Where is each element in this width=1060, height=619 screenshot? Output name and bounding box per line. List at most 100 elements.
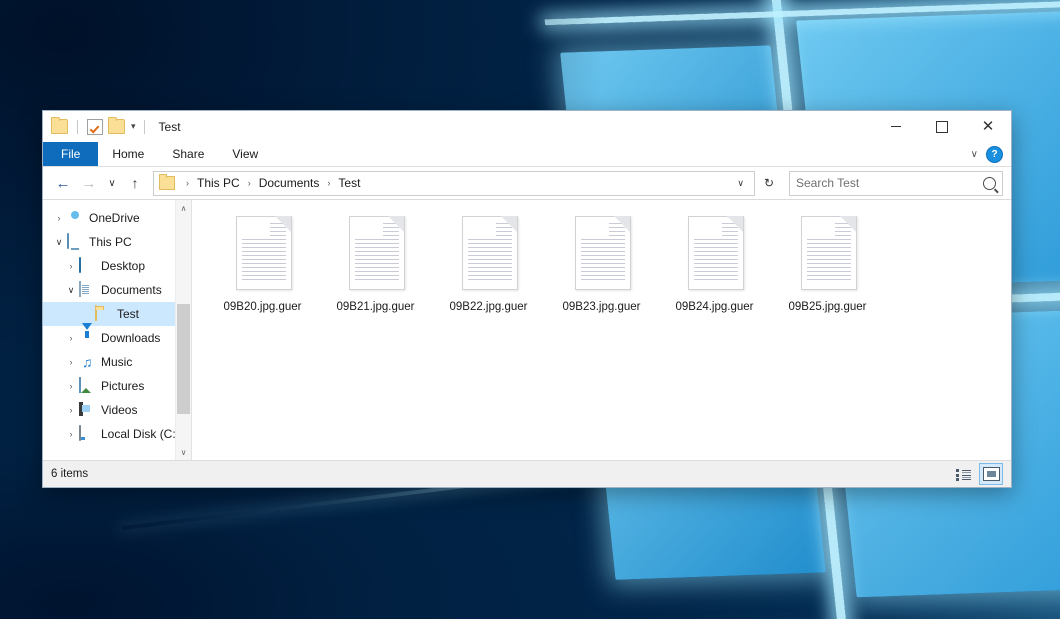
- status-bar: 6 items: [43, 460, 1011, 487]
- list-item[interactable]: 09B24.jpg.guer: [658, 212, 771, 319]
- up-button[interactable]: ↑: [123, 171, 147, 195]
- explorer-body: › OneDrive ∨ This PC › Desktop ∨: [43, 199, 1011, 460]
- breadcrumb[interactable]: › This PC › Documents › Test ∨: [153, 171, 755, 196]
- sidebar-item-desktop[interactable]: › Desktop: [43, 254, 191, 278]
- folder-icon: [95, 306, 112, 322]
- generic-file-icon: [460, 216, 518, 292]
- videos-icon: [79, 402, 96, 418]
- list-item[interactable]: 09B22.jpg.guer: [432, 212, 545, 319]
- quick-access-toolbar: ▾: [51, 119, 149, 135]
- file-explorer-window: ▾ Test ✕ File Home Share View ∨ ? ← →: [42, 110, 1012, 488]
- navigation-scrollbar[interactable]: ∧ ∨: [175, 200, 191, 460]
- scroll-up-icon[interactable]: ∧: [176, 200, 191, 216]
- sidebar-item-this-pc[interactable]: ∨ This PC: [43, 230, 191, 254]
- chevron-right-icon[interactable]: ›: [63, 357, 79, 367]
- folder-icon[interactable]: [51, 119, 68, 134]
- forward-button: →: [77, 171, 101, 195]
- file-name-label: 09B25.jpg.guer: [788, 301, 866, 313]
- sidebar-item-videos[interactable]: › Videos: [43, 398, 191, 422]
- search-icon[interactable]: [983, 177, 996, 190]
- chevron-down-icon[interactable]: ▾: [131, 122, 135, 131]
- sidebar-item-local-disk[interactable]: › Local Disk (C:): [43, 422, 191, 446]
- generic-file-icon: [686, 216, 744, 292]
- large-icons-view-icon: [983, 467, 1000, 481]
- scrollbar-track[interactable]: [176, 216, 191, 444]
- breadcrumb-item-test[interactable]: Test: [335, 175, 363, 191]
- documents-icon: [79, 282, 96, 298]
- back-button[interactable]: ←: [51, 171, 75, 195]
- downloads-icon: [79, 330, 96, 346]
- list-item[interactable]: 09B20.jpg.guer: [206, 212, 319, 319]
- maximize-button[interactable]: [919, 111, 965, 142]
- chevron-down-icon[interactable]: ∨: [51, 237, 67, 248]
- address-dropdown-icon[interactable]: ∨: [729, 178, 752, 189]
- minimize-button[interactable]: [873, 111, 919, 142]
- sidebar-item-test[interactable]: Test: [43, 302, 191, 326]
- sidebar-item-label: Documents: [101, 283, 162, 297]
- generic-file-icon: [234, 216, 292, 292]
- file-list-view[interactable]: 09B20.jpg.guer 09B21.jpg.guer: [192, 200, 1011, 460]
- scrollbar-thumb[interactable]: [177, 304, 190, 414]
- search-input[interactable]: Search Test: [789, 171, 1003, 196]
- ribbon-tabs: File Home Share View ∨ ?: [43, 142, 1011, 167]
- refresh-icon[interactable]: ↻: [757, 171, 781, 196]
- file-grid: 09B20.jpg.guer 09B21.jpg.guer: [206, 212, 1011, 319]
- scroll-down-icon[interactable]: ∨: [176, 444, 191, 460]
- tab-share[interactable]: Share: [158, 142, 218, 166]
- list-item[interactable]: 09B23.jpg.guer: [545, 212, 658, 319]
- tab-home[interactable]: Home: [98, 142, 158, 166]
- onedrive-icon: [67, 210, 84, 226]
- sidebar-item-label: Music: [101, 355, 132, 369]
- recent-locations-icon[interactable]: ∨: [103, 171, 121, 195]
- view-toggle-group: [951, 463, 1003, 485]
- chevron-right-icon[interactable]: ›: [63, 261, 79, 271]
- sidebar-item-pictures[interactable]: › Pictures: [43, 374, 191, 398]
- sidebar-item-label: OneDrive: [89, 211, 140, 225]
- tab-view[interactable]: View: [218, 142, 272, 166]
- sidebar-item-label: Videos: [101, 403, 137, 417]
- breadcrumb-separator-2: ›: [322, 178, 335, 188]
- file-name-label: 09B24.jpg.guer: [675, 301, 753, 313]
- list-item[interactable]: 09B25.jpg.guer: [771, 212, 884, 319]
- window-title: Test: [159, 120, 181, 134]
- chevron-right-icon[interactable]: ›: [63, 405, 79, 415]
- chevron-right-icon[interactable]: ›: [63, 333, 79, 343]
- sidebar-item-onedrive[interactable]: › OneDrive: [43, 206, 191, 230]
- sidebar-item-documents[interactable]: ∨ Documents: [43, 278, 191, 302]
- help-icon[interactable]: ?: [986, 146, 1003, 163]
- sidebar-item-music[interactable]: › ♫ Music: [43, 350, 191, 374]
- desktop: ▾ Test ✕ File Home Share View ∨ ? ← →: [0, 0, 1060, 619]
- chevron-right-icon[interactable]: ›: [63, 381, 79, 391]
- breadcrumb-item-this-pc[interactable]: This PC: [194, 175, 243, 191]
- desktop-icon: [79, 258, 96, 274]
- generic-file-icon: [347, 216, 405, 292]
- file-name-label: 09B23.jpg.guer: [562, 301, 640, 313]
- address-bar: ← → ∨ ↑ › This PC › Documents › Test ∨ ↻…: [43, 167, 1011, 199]
- tab-file[interactable]: File: [43, 142, 98, 166]
- details-view-button[interactable]: [951, 463, 975, 485]
- sidebar-item-label: This PC: [89, 235, 132, 249]
- new-folder-icon[interactable]: [108, 119, 125, 134]
- list-item[interactable]: 09B21.jpg.guer: [319, 212, 432, 319]
- navigation-pane: › OneDrive ∨ This PC › Desktop ∨: [43, 200, 192, 460]
- chevron-right-icon[interactable]: ›: [51, 213, 67, 223]
- pictures-icon: [79, 378, 96, 394]
- sidebar-item-downloads[interactable]: › Downloads: [43, 326, 191, 350]
- close-button[interactable]: ✕: [965, 111, 1011, 142]
- properties-icon[interactable]: [87, 119, 103, 135]
- chevron-down-icon[interactable]: ∨: [63, 285, 79, 296]
- large-icons-view-button[interactable]: [979, 463, 1003, 485]
- toolbar-divider: [77, 120, 78, 134]
- ribbon-right-controls: ∨ ?: [971, 142, 1011, 166]
- breadcrumb-item-documents[interactable]: Documents: [256, 175, 323, 191]
- sidebar-item-label: Test: [117, 307, 139, 321]
- sidebar-item-label: Downloads: [101, 331, 160, 345]
- chevron-right-icon[interactable]: ›: [63, 429, 79, 439]
- details-view-icon: [956, 468, 971, 480]
- local-disk-icon: [79, 426, 96, 442]
- item-count-label: 6 items: [51, 468, 88, 480]
- generic-file-icon: [799, 216, 857, 292]
- chevron-down-icon[interactable]: ∨: [971, 149, 978, 160]
- toolbar-divider-2: [144, 120, 145, 134]
- breadcrumb-separator-1: ›: [243, 178, 256, 188]
